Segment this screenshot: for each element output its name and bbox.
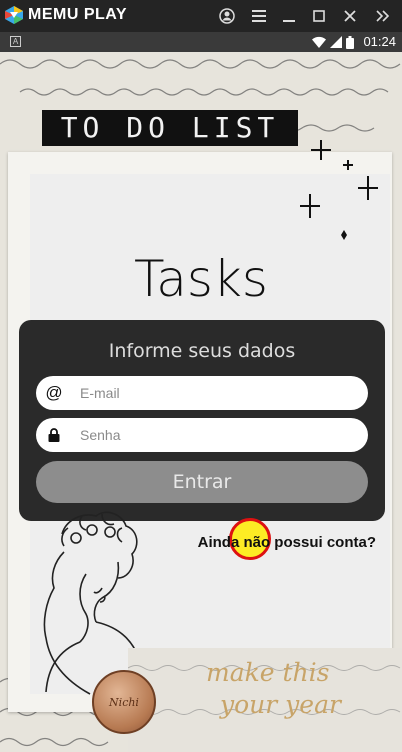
close-icon[interactable] xyxy=(339,5,361,27)
login-card: Informe seus dados @ Entrar xyxy=(19,320,385,521)
memu-logo-icon xyxy=(5,6,23,24)
login-button[interactable]: Entrar xyxy=(36,461,368,503)
page-title: Tasks xyxy=(134,250,268,308)
notification-icon: A xyxy=(10,36,21,47)
sidebar-toggle-icon[interactable] xyxy=(372,5,394,27)
torn-paper-note: make this your year xyxy=(127,648,402,752)
sparkles-decoration xyxy=(300,140,378,240)
status-time: 01:24 xyxy=(363,34,396,49)
email-field[interactable]: @ xyxy=(36,376,368,410)
login-card-title: Informe seus dados xyxy=(108,340,296,362)
emulator-title-bar: MEMU PLAY xyxy=(0,0,402,32)
lock-icon xyxy=(36,428,72,442)
password-input[interactable] xyxy=(72,427,368,443)
signup-link[interactable]: Ainda não possui conta? xyxy=(198,534,376,551)
wifi-icon xyxy=(312,36,326,48)
script-text-your-year: your year xyxy=(220,690,341,719)
wax-seal-stamp: Nichi xyxy=(92,670,156,734)
menu-icon[interactable] xyxy=(248,5,270,27)
account-icon[interactable] xyxy=(216,5,238,27)
at-sign-icon: @ xyxy=(45,383,63,402)
script-text-make-this: make this xyxy=(206,658,330,687)
emulator-title: MEMU PLAY xyxy=(28,6,128,23)
app-screen: TO DO LIST Tasks Informe seus dados @ En… xyxy=(0,52,402,752)
battery-icon xyxy=(346,36,354,49)
minimize-icon[interactable] xyxy=(278,5,300,27)
banner-title: TO DO LIST xyxy=(42,110,298,146)
android-status-bar: A 01:24 xyxy=(0,32,402,52)
maximize-icon[interactable] xyxy=(308,5,330,27)
email-input[interactable] xyxy=(72,385,368,401)
signal-icon xyxy=(330,36,342,48)
password-field[interactable] xyxy=(36,418,368,452)
